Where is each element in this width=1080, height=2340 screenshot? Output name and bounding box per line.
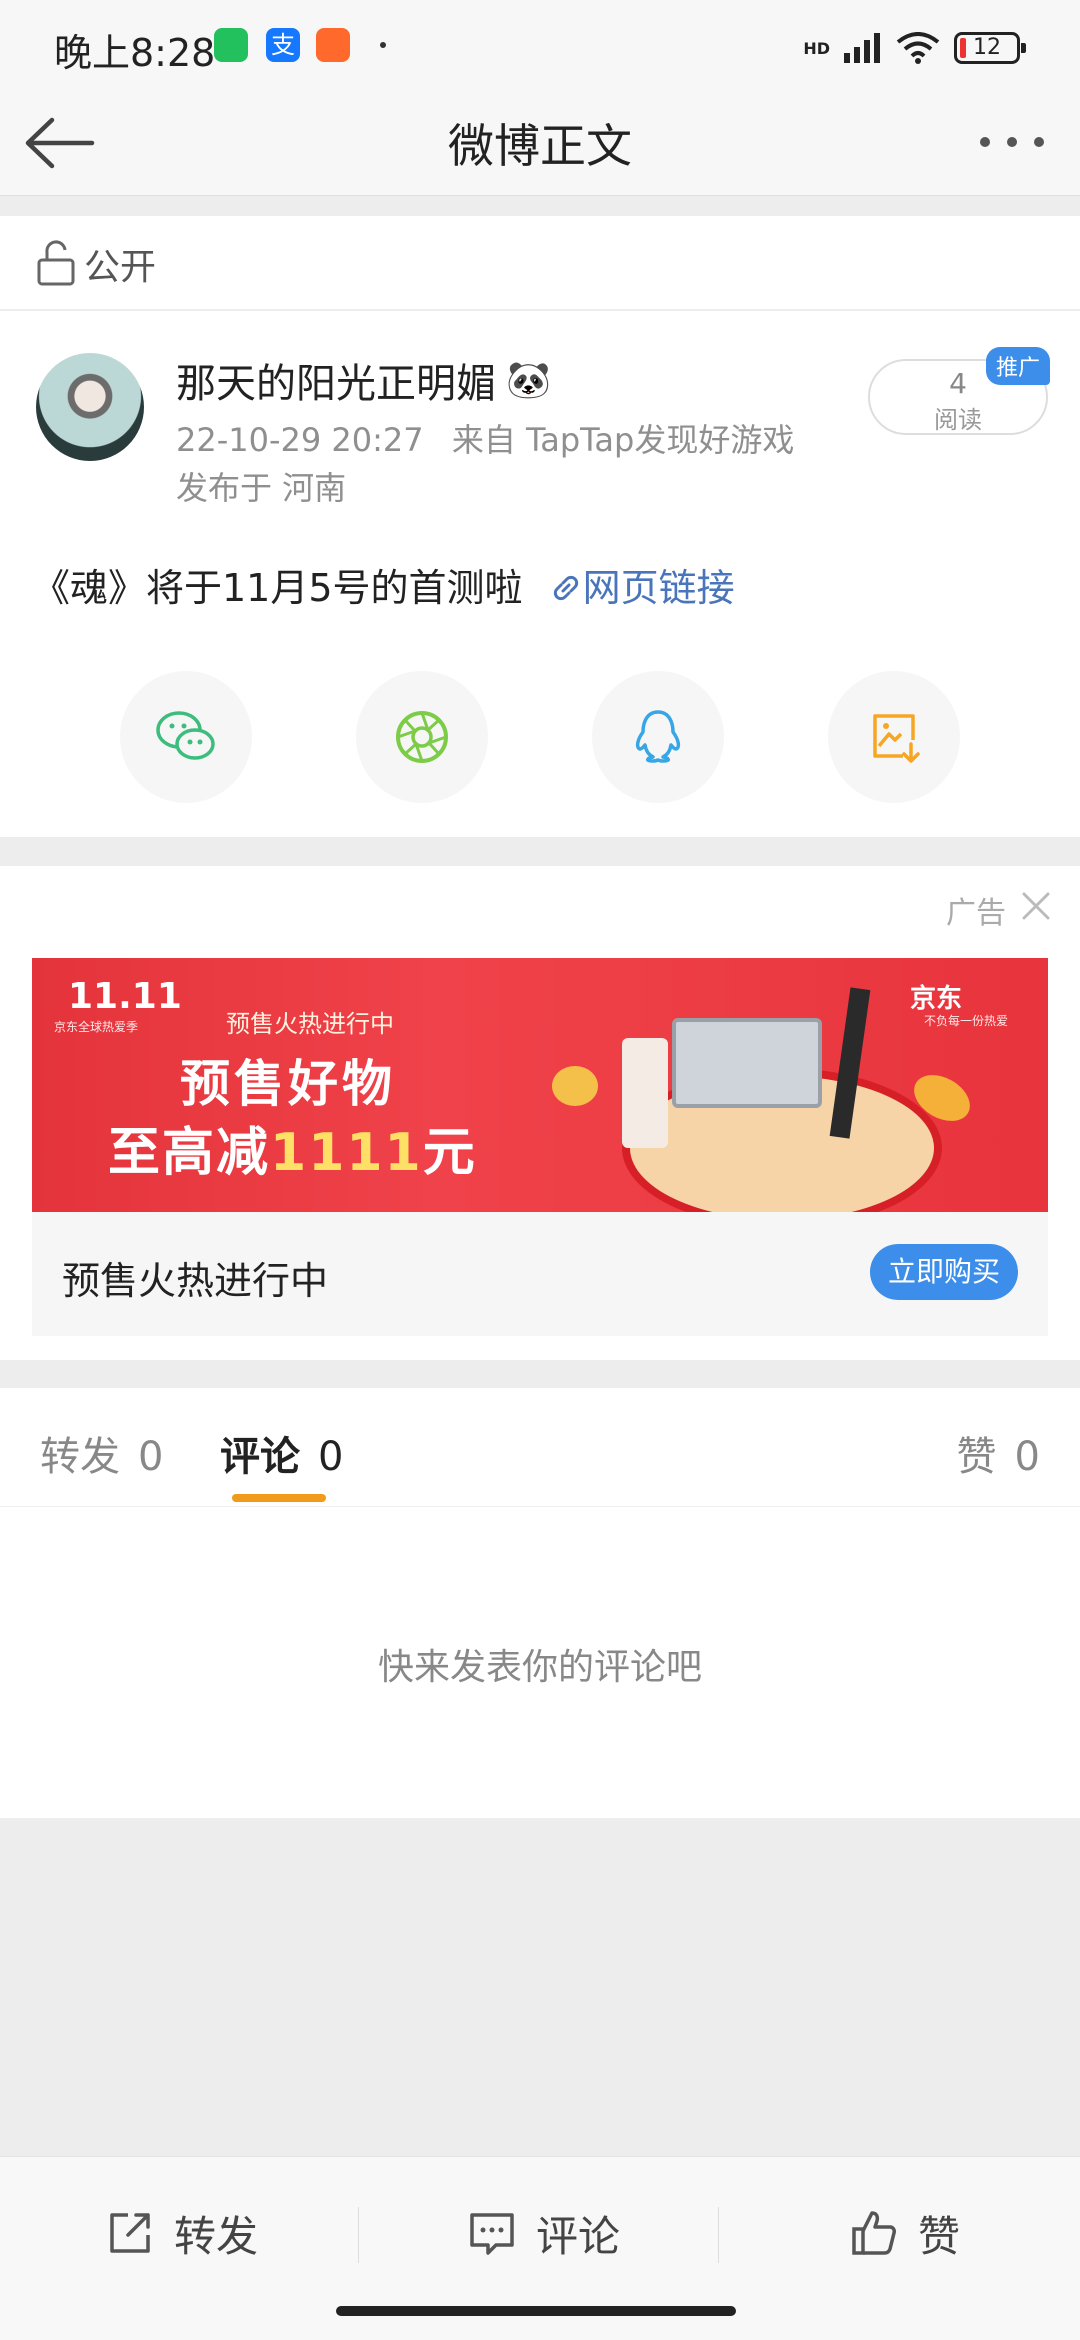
web-link-label: 网页链接 (582, 566, 735, 610)
save-image-button[interactable] (828, 671, 960, 803)
buy-now-button[interactable]: 立即购买 (869, 1244, 1018, 1300)
interaction-tabs-card: 转发 0 评论 0 赞0 快来发表你的评论吧 (0, 1388, 1080, 1818)
visibility-row[interactable]: 公开 (0, 216, 1080, 310)
empty-comments-text: 快来发表你的评论吧 (377, 1647, 702, 1688)
banner-brand-sub: 不负每一份热爱 (923, 1014, 1008, 1028)
home-indicator[interactable] (336, 2306, 736, 2316)
close-icon[interactable] (1020, 890, 1052, 922)
comment-icon (470, 2213, 514, 2255)
link-icon (553, 575, 578, 601)
tab-like-label: 赞 (956, 1434, 997, 1480)
cell-signal-icon (844, 33, 880, 63)
battery-level: 12 (973, 35, 1001, 60)
visibility-label: 公开 (84, 247, 157, 288)
ad-title: 预售火热进行中 (62, 1259, 329, 1303)
banner-logo: 11.11 (68, 976, 182, 1017)
more-dot (1034, 137, 1044, 147)
banner-sub-amount: 1111 (270, 1123, 423, 1183)
username-text: 那天的阳光正明媚 (176, 361, 496, 407)
wechat-icon (156, 711, 215, 760)
tab-comment-label: 评论 (220, 1434, 300, 1480)
taobao-notification-icon (316, 28, 350, 62)
ad-banner[interactable]: 11.11 京东全球热爱季 预售火热进行中 预售好物 至高减1111元 京东 不… (32, 958, 1048, 1212)
ad-footer[interactable]: 预售火热进行中 立即购买 (32, 1212, 1048, 1336)
ad-label: 广告 (946, 896, 1006, 931)
panda-emoji-icon: 🐼 (506, 360, 551, 401)
comment-button[interactable]: 评论 (466, 2203, 620, 2263)
post-card: 那天的阳光正明媚 🐼 22-10-29 20:27 来自 TapTap发现好游戏… (0, 311, 1080, 837)
tab-comment-count: 0 (318, 1434, 344, 1480)
reads-label: 阅读 (934, 406, 982, 434)
divider (718, 2207, 719, 2263)
wifi-icon (896, 32, 940, 64)
moments-icon (396, 711, 448, 763)
nav-bar: 微博正文 (0, 90, 1080, 196)
comment-label: 评论 (536, 2211, 621, 2261)
banner-sub-line: 至高减1111元 (108, 1110, 477, 1185)
battery-icon: 12 (954, 32, 1026, 64)
tab-comment[interactable]: 评论 0 (220, 1424, 343, 1482)
post-body: 《魂》将于11月5号的首测啦 网页链接 (32, 557, 735, 612)
like-button[interactable]: 赞 (848, 2203, 960, 2263)
banner-top-line: 预售火热进行中 (226, 1010, 394, 1038)
share-qq-button[interactable] (592, 671, 724, 803)
repost-label: 转发 (174, 2211, 259, 2261)
save-image-icon (873, 714, 920, 763)
more-notifications-dot (380, 42, 386, 48)
banner-product-laptop (672, 1018, 822, 1108)
hd-signal-icon: HD (803, 38, 830, 58)
post-source[interactable]: 来自 TapTap发现好游戏 (452, 421, 795, 459)
tab-repost-count: 0 (138, 1434, 164, 1480)
share-arrow-icon (110, 2213, 150, 2253)
alipay-notification-icon: 支 (266, 28, 300, 62)
banner-logo-sub: 京东全球热爱季 (54, 1020, 139, 1034)
banner-brand: 京东 (909, 984, 962, 1014)
promo-badge: 推广 (985, 347, 1050, 385)
like-label: 赞 (918, 2211, 961, 2261)
more-dot (1007, 137, 1017, 147)
repost-button[interactable]: 转发 (104, 2203, 258, 2263)
divider (0, 1506, 1080, 1507)
tab-repost-label: 转发 (40, 1434, 120, 1480)
share-wechat-button[interactable] (120, 671, 252, 803)
reads-counter[interactable]: 4 阅读 推广 (868, 347, 1050, 435)
qq-icon (635, 710, 681, 763)
banner-sub-unit: 元 (422, 1123, 477, 1183)
post-location: 发布于 河南 (176, 469, 347, 507)
tab-repost[interactable]: 转发 0 (40, 1424, 163, 1482)
post-meta: 22-10-29 20:27 来自 TapTap发现好游戏 (176, 415, 794, 461)
status-time: 晚上8:28 (54, 31, 216, 75)
status-icons: HD 12 (803, 28, 1026, 68)
avatar[interactable] (36, 353, 144, 461)
username[interactable]: 那天的阳光正明媚 🐼 (176, 351, 551, 409)
tab-like[interactable]: 赞0 (957, 1424, 1040, 1482)
tab-like-count: 0 (1014, 1434, 1040, 1480)
thumbs-up-icon (852, 2211, 896, 2255)
web-link[interactable]: 网页链接 (549, 566, 735, 610)
banner-product-bottle (622, 1038, 668, 1148)
ad-card: 广告 11.11 京东全球热爱季 预售火热进行中 预售好物 至高减1111元 京… (0, 866, 1080, 1360)
page-title: 微博正文 (448, 119, 632, 173)
active-tab-indicator (232, 1494, 326, 1502)
more-dot (980, 137, 990, 147)
banner-coin (552, 1066, 598, 1106)
banner-sub-prefix: 至高减 (108, 1123, 271, 1183)
post-text: 《魂》将于11月5号的首测啦 (32, 566, 523, 610)
divider (358, 2207, 359, 2263)
wechat-notification-icon (214, 28, 248, 62)
share-moments-button[interactable] (356, 671, 488, 803)
post-timestamp: 22-10-29 20:27 (176, 421, 424, 459)
more-button[interactable] (972, 112, 1052, 172)
banner-main-line: 预售好物 (180, 1055, 396, 1113)
status-bar: 晚上8:28 支 HD 12 (0, 0, 1080, 90)
unlock-icon (37, 240, 75, 286)
share-row (0, 671, 1080, 811)
